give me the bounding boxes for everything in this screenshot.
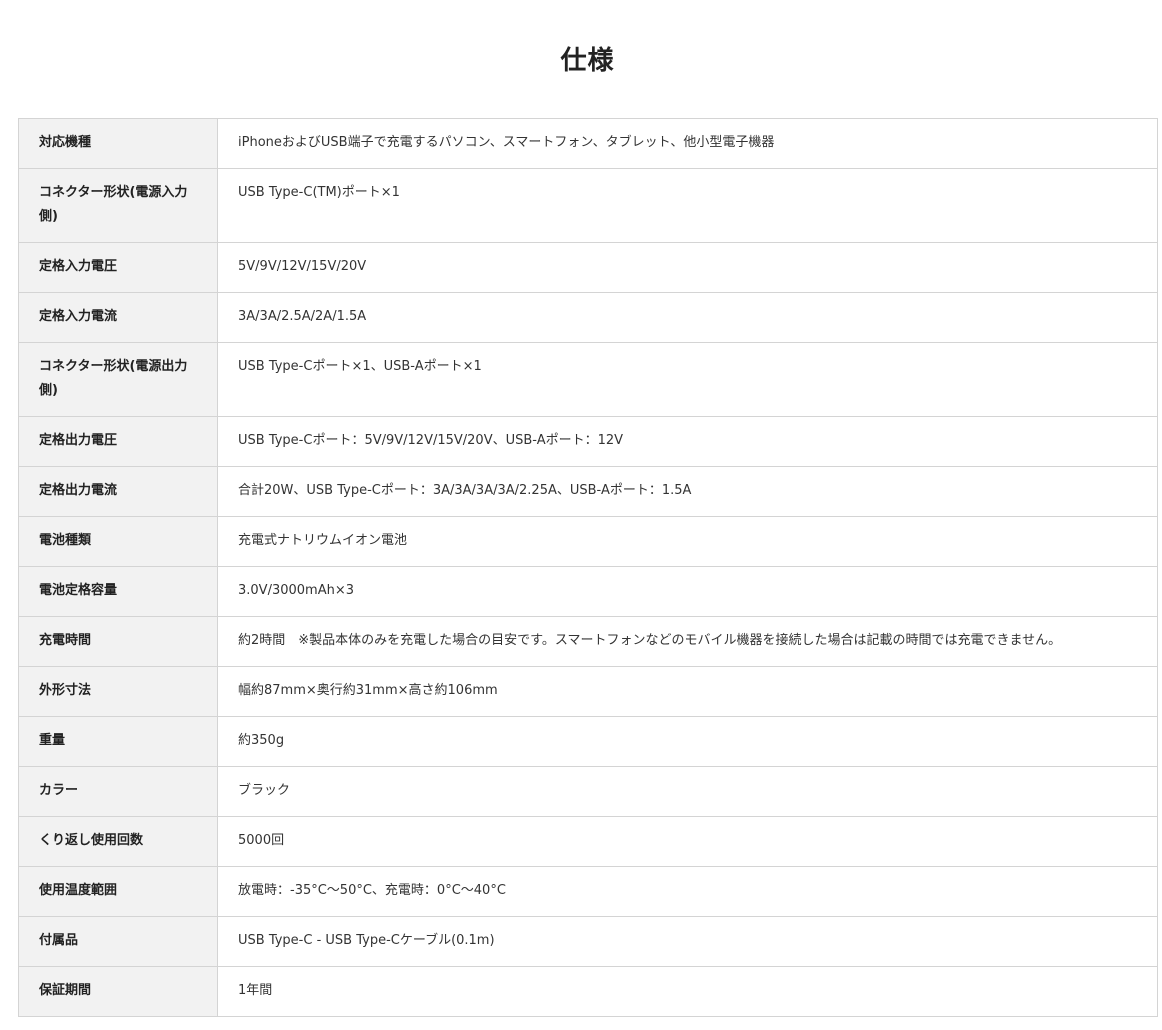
spec-label: 対応機種: [18, 118, 218, 169]
spec-label: 保証期間: [18, 966, 218, 1017]
spec-label: 付属品: [18, 916, 218, 967]
spec-row-input-connector: コネクター形状(電源入力側) USB Type-C(TM)ポート×1: [18, 168, 1158, 243]
spec-value: 5000回: [217, 816, 1158, 867]
page-title: 仕様: [560, 46, 615, 76]
spec-value: USB Type-Cポート×1、USB-Aポート×1: [217, 342, 1158, 417]
spec-label: コネクター形状(電源出力側): [18, 342, 218, 417]
spec-row-accessories: 付属品 USB Type-C - USB Type-Cケーブル(0.1m): [18, 916, 1158, 967]
spec-row-color: カラー ブラック: [18, 766, 1158, 817]
spec-label: 重量: [18, 716, 218, 767]
spec-label: 定格入力電流: [18, 292, 218, 343]
spec-label: 充電時間: [18, 616, 218, 667]
spec-row-battery-capacity: 電池定格容量 3.0V/3000mAh×3: [18, 566, 1158, 617]
spec-row-rated-output-voltage: 定格出力電圧 USB Type-Cポート：5V/9V/12V/15V/20V、U…: [18, 416, 1158, 467]
spec-value: 充電式ナトリウムイオン電池: [217, 516, 1158, 567]
spec-row-rated-input-current: 定格入力電流 3A/3A/2.5A/2A/1.5A: [18, 292, 1158, 343]
spec-value: 3.0V/3000mAh×3: [217, 566, 1158, 617]
spec-row-rated-output-current: 定格出力電流 合計20W、USB Type-Cポート：3A/3A/3A/3A/2…: [18, 466, 1158, 517]
spec-row-output-connector: コネクター形状(電源出力側) USB Type-Cポート×1、USB-Aポート×…: [18, 342, 1158, 417]
spec-table: 対応機種 iPhoneおよびUSB端子で充電するパソコン、スマートフォン、タブレ…: [18, 118, 1158, 1017]
spec-row-charging-time: 充電時間 約2時間 ※製品本体のみを充電した場合の目安です。スマートフォンなどの…: [18, 616, 1158, 667]
spec-label: コネクター形状(電源入力側): [18, 168, 218, 243]
spec-value: 放電時：-35°C～50°C、充電時：0°C～40°C: [217, 866, 1158, 917]
spec-label: 電池種類: [18, 516, 218, 567]
spec-row-compatible-devices: 対応機種 iPhoneおよびUSB端子で充電するパソコン、スマートフォン、タブレ…: [18, 118, 1158, 169]
spec-page: 仕様 対応機種 iPhoneおよびUSB端子で充電するパソコン、スマートフォン、…: [0, 0, 1162, 1030]
spec-row-battery-type: 電池種類 充電式ナトリウムイオン電池: [18, 516, 1158, 567]
spec-row-warranty: 保証期間 1年間: [18, 966, 1158, 1017]
spec-value: ブラック: [217, 766, 1158, 817]
spec-value: USB Type-Cポート：5V/9V/12V/15V/20V、USB-Aポート…: [217, 416, 1158, 467]
spec-value: 合計20W、USB Type-Cポート：3A/3A/3A/3A/2.25A、US…: [217, 466, 1158, 517]
spec-value: 約350g: [217, 716, 1158, 767]
spec-value: 約2時間 ※製品本体のみを充電した場合の目安です。スマートフォンなどのモバイル機…: [217, 616, 1158, 667]
spec-label: 定格出力電流: [18, 466, 218, 517]
spec-row-rated-input-voltage: 定格入力電圧 5V/9V/12V/15V/20V: [18, 242, 1158, 293]
spec-label: 使用温度範囲: [18, 866, 218, 917]
spec-row-cycle-count: くり返し使用回数 5000回: [18, 816, 1158, 867]
spec-value: 5V/9V/12V/15V/20V: [217, 242, 1158, 293]
spec-value: 3A/3A/2.5A/2A/1.5A: [217, 292, 1158, 343]
spec-value: iPhoneおよびUSB端子で充電するパソコン、スマートフォン、タブレット、他小…: [217, 118, 1158, 169]
spec-label: 定格出力電圧: [18, 416, 218, 467]
spec-row-weight: 重量 約350g: [18, 716, 1158, 767]
spec-value: USB Type-C - USB Type-Cケーブル(0.1m): [217, 916, 1158, 967]
spec-row-dimensions: 外形寸法 幅約87mm×奥行約31mm×高さ約106mm: [18, 666, 1158, 717]
spec-row-temperature-range: 使用温度範囲 放電時：-35°C～50°C、充電時：0°C～40°C: [18, 866, 1158, 917]
spec-label: 電池定格容量: [18, 566, 218, 617]
spec-value: 1年間: [217, 966, 1158, 1017]
spec-value: USB Type-C(TM)ポート×1: [217, 168, 1158, 243]
spec-label: 定格入力電圧: [18, 242, 218, 293]
spec-label: くり返し使用回数: [18, 816, 218, 867]
spec-label: カラー: [18, 766, 218, 817]
spec-value: 幅約87mm×奥行約31mm×高さ約106mm: [217, 666, 1158, 717]
spec-label: 外形寸法: [18, 666, 218, 717]
